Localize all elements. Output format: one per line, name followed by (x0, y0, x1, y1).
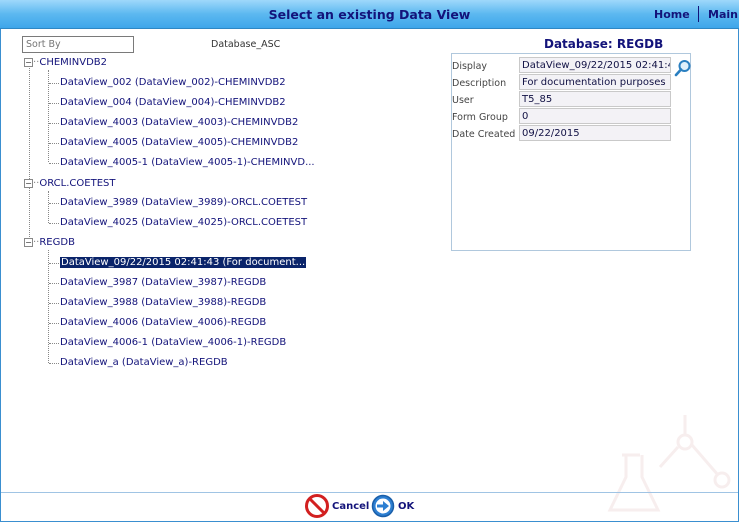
detail-row-user: User T5_85 (452, 91, 692, 108)
tree-item[interactable]: DataView_3989 (DataView_3989)-ORCL.COETE… (60, 196, 307, 210)
tree-item[interactable]: DataView_3988 (DataView_3988)-REGDB (60, 296, 266, 310)
tree-connector (49, 143, 59, 144)
tree-connector (49, 163, 59, 164)
main-link[interactable]: Main (708, 8, 738, 21)
detail-label: Date Created (452, 129, 516, 140)
detail-row-description: Description For documentation purposes (452, 74, 692, 91)
tree-item[interactable]: DataView_4005-1 (DataView_4005-1)-CHEMIN… (60, 156, 315, 170)
tree-connector (49, 203, 59, 204)
sort-by-input[interactable] (22, 36, 134, 53)
user-field: T5_85 (519, 91, 671, 107)
ok-label: OK (398, 500, 415, 512)
title-bar: Select an existing Data View Home Main (0, 0, 739, 29)
cancel-icon (305, 494, 329, 518)
flask-watermark-icon (607, 415, 731, 512)
tree-group-orcl-coetest[interactable]: −··ORCL.COETEST (24, 177, 115, 191)
tree-item[interactable]: DataView_4003 (DataView_4003)-CHEMINVDB2 (60, 116, 298, 130)
detail-row-date-created: Date Created 09/22/2015 (452, 125, 692, 142)
detail-label: Display (452, 61, 488, 72)
tree-connector (49, 123, 59, 124)
tree-connector (49, 263, 59, 264)
tree-connector (49, 323, 59, 324)
tree-connector (29, 66, 30, 183)
detail-label: Description (452, 78, 507, 89)
tree-item[interactable]: DataView_004 (DataView_004)-CHEMINVDB2 (60, 96, 286, 110)
tree-item[interactable]: DataView_4025 (DataView_4025)-ORCL.COETE… (60, 216, 307, 230)
tree-item[interactable]: DataView_4006-1 (DataView_4006-1)-REGDB (60, 336, 286, 350)
tree-connector (49, 83, 59, 84)
details-panel: Display DataView_09/22/2015 02:41:43 Des… (451, 53, 691, 251)
page-title: Select an existing Data View (268, 7, 471, 22)
tree-item[interactable]: DataView_4006 (DataView_4006)-REGDB (60, 316, 266, 330)
date-created-field: 09/22/2015 (519, 125, 671, 141)
tree-item-selected[interactable]: DataView_09/22/2015 02:41:43 (For docume… (60, 256, 307, 270)
cancel-button[interactable]: Cancel (305, 494, 370, 518)
cancel-label: Cancel (332, 500, 370, 512)
detail-row-form-group: Form Group 0 (452, 108, 692, 125)
tree-connector (29, 187, 30, 243)
tree-item[interactable]: DataView_002 (DataView_002)-CHEMINVDB2 (60, 76, 286, 90)
collapse-icon[interactable]: − (24, 57, 33, 67)
tree-item[interactable]: DataView_4005 (DataView_4005)-CHEMINVDB2 (60, 136, 298, 150)
tree-connector (49, 283, 59, 284)
form-group-field: 0 (519, 108, 671, 124)
nav-divider (698, 6, 699, 22)
display-field: DataView_09/22/2015 02:41:43 (519, 57, 671, 73)
tree-connector (49, 103, 59, 104)
detail-label: Form Group (452, 112, 508, 123)
database-title: Database: REGDB (544, 37, 664, 51)
ok-button[interactable]: OK (371, 494, 415, 518)
home-link[interactable]: Home (654, 8, 690, 21)
tree-group-regdb[interactable]: −··REGDB (24, 236, 75, 250)
tree-connector (49, 303, 59, 304)
tree-connector (49, 363, 59, 364)
sort-order-label: Database_ASC (211, 39, 281, 50)
detail-row-display: Display DataView_09/22/2015 02:41:43 (452, 57, 692, 77)
tree-connector (48, 250, 49, 363)
arrow-right-icon (371, 494, 395, 518)
tree-item[interactable]: DataView_a (DataView_a)-REGDB (60, 356, 228, 370)
collapse-icon[interactable]: − (24, 178, 33, 188)
tree-connector (49, 343, 59, 344)
tree-connector (49, 223, 59, 224)
tree-item[interactable]: DataView_3987 (DataView_3987)-REGDB (60, 276, 266, 290)
tree-connector (48, 191, 49, 223)
footer-divider (1, 492, 738, 493)
tree-group-cheminvdb2[interactable]: −··CHEMINVDB2 (24, 56, 107, 70)
detail-label: User (452, 95, 474, 106)
collapse-icon[interactable]: − (24, 237, 33, 247)
description-field: For documentation purposes (519, 74, 671, 90)
